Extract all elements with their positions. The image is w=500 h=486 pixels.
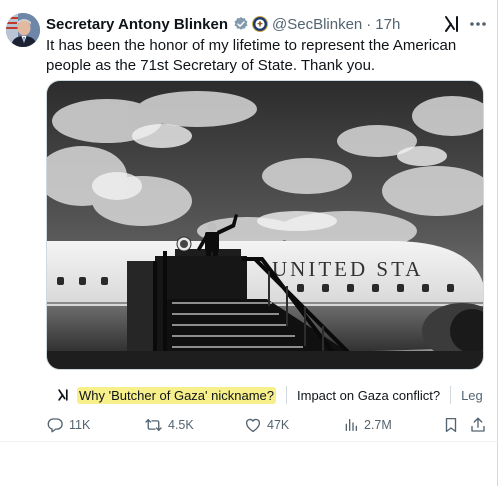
- photo-illustration: UNITED STA: [47, 81, 483, 369]
- analytics-icon: [345, 419, 357, 431]
- fuselage-lettering: UNITED STA: [272, 257, 423, 281]
- author-handle[interactable]: @SecBlinken: [272, 16, 362, 33]
- suggestion-chip[interactable]: Leg: [461, 382, 483, 408]
- suggestion-chip[interactable]: Impact on Gaza conflict?: [297, 382, 440, 408]
- state-department-seal-icon[interactable]: [252, 16, 268, 32]
- reply-count: 11K: [69, 418, 91, 432]
- suggestion-label: Why 'Butcher of Gaza' nickname?: [77, 386, 276, 404]
- avatar[interactable]: [6, 13, 40, 47]
- suggestion-divider: [286, 386, 287, 404]
- header-separator: ·: [366, 15, 372, 33]
- grok-icon[interactable]: [443, 14, 463, 34]
- repost-icon: [145, 419, 162, 431]
- like-button[interactable]: 47K: [244, 414, 289, 436]
- tweet-text: It has been the honor of my lifetime to …: [46, 37, 457, 74]
- suggestion-label: Leg: [461, 387, 483, 403]
- suggestion-divider: [450, 386, 452, 404]
- heart-icon: [245, 418, 261, 433]
- verified-badge-icon: [233, 16, 249, 32]
- tweet-photo[interactable]: UNITED STA: [46, 80, 484, 370]
- reply-button[interactable]: 11K: [46, 414, 90, 436]
- suggestion-label: Impact on Gaza conflict?: [297, 387, 441, 403]
- reply-icon: [47, 418, 63, 433]
- tweet-actions: 11K 4.5K 47K 2.7M: [46, 414, 492, 436]
- tweet-timestamp[interactable]: 17h: [375, 16, 400, 33]
- repost-count: 4.5K: [168, 418, 194, 432]
- grok-icon: [58, 389, 68, 401]
- share-icon: [471, 417, 485, 432]
- views-button[interactable]: 2.7M: [343, 414, 392, 436]
- more-options-icon[interactable]: [467, 14, 489, 34]
- view-count: 2.7M: [364, 418, 392, 432]
- share-button[interactable]: [469, 414, 492, 436]
- tweet-header: Secretary Antony Blinken @SecBlinken · 1…: [46, 14, 400, 34]
- grok-suggestions: Why 'Butcher of Gaza' nickname? Impact o…: [46, 382, 484, 408]
- repost-button[interactable]: 4.5K: [144, 414, 194, 436]
- author-name[interactable]: Secretary Antony Blinken: [46, 16, 228, 33]
- bookmark-icon: [445, 417, 457, 433]
- bookmark-button[interactable]: [442, 414, 465, 436]
- tweet-divider: [0, 441, 498, 442]
- avatar-image: [6, 13, 40, 47]
- suggestion-chip[interactable]: Why 'Butcher of Gaza' nickname?: [46, 382, 276, 408]
- timeline-border-right: [497, 0, 498, 486]
- like-count: 47K: [267, 418, 290, 432]
